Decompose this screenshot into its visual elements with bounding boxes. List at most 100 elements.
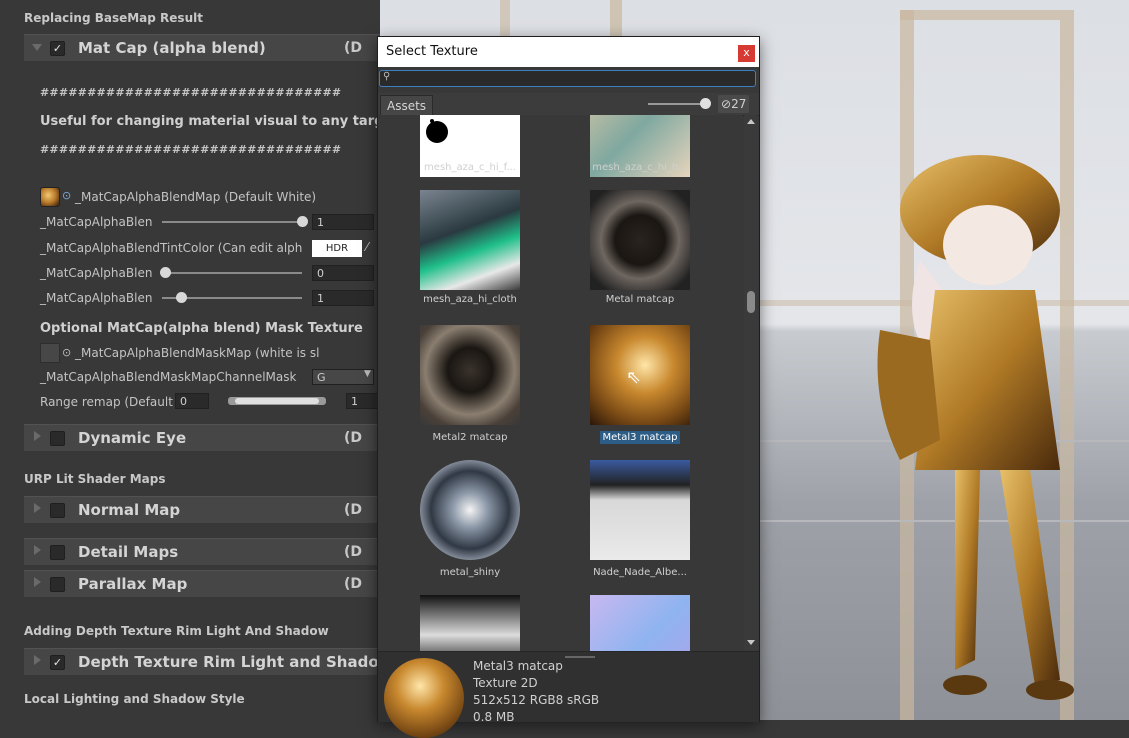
prop2-slider-track[interactable] xyxy=(162,272,302,274)
normal-map-suffix: (D xyxy=(344,502,363,518)
tab-assets[interactable]: Assets xyxy=(380,95,434,116)
detail-maps-checkbox[interactable] xyxy=(50,545,65,560)
range-remap-max-field[interactable]: 1 xyxy=(346,393,380,409)
hidden-packages-toggle[interactable]: ⊘27 xyxy=(718,95,750,113)
texture-thumbnail xyxy=(590,595,690,651)
select-texture-dialog: Select Texture x ⚲ Assets ⊘27 mesh_aza_c… xyxy=(377,36,760,738)
section-title-local: Local Lighting and Shadow Style xyxy=(24,692,245,706)
range-remap-slider-fill[interactable] xyxy=(235,398,319,404)
detail-maps-suffix: (D xyxy=(344,544,363,560)
grid-item-label: mesh_aza_c_hi_f... xyxy=(424,162,516,173)
grid-item-label: mesh_aza_hi_cloth xyxy=(423,294,517,305)
normal-map-label: Normal Map xyxy=(78,501,181,519)
grid-item-label: Nade_Nade_Albe... xyxy=(593,567,687,578)
preview-name: Metal3 matcap xyxy=(473,659,563,673)
grid-scrollbar[interactable] xyxy=(744,115,758,651)
prop1-label: _MatCapAlphaBlen xyxy=(40,215,153,229)
matcap-enable-checkbox[interactable]: ✓ xyxy=(50,41,65,56)
depth-rim-checkbox[interactable]: ✓ xyxy=(50,655,65,670)
search-input[interactable]: ⚲ xyxy=(379,70,756,87)
preview-format: 512x512 RGB8 sRGB xyxy=(473,693,600,707)
matcap-map-label: _MatCapAlphaBlendMap (Default White) xyxy=(75,190,317,204)
preview-size: 0.8 MB xyxy=(473,710,515,724)
grid-item-label: Metal matcap xyxy=(605,294,675,305)
prop1-value-field[interactable]: 1 xyxy=(312,214,374,230)
object-field-icon: ⊙ xyxy=(62,346,72,359)
detail-maps-foldout[interactable]: Detail Maps (D xyxy=(24,538,380,565)
chevron-right-icon[interactable] xyxy=(34,577,41,587)
grid-item-label: metal_shiny xyxy=(439,567,501,578)
scroll-up-icon[interactable] xyxy=(747,119,755,124)
eyedropper-icon[interactable]: ⁄ xyxy=(366,240,368,254)
prop3-slider-knob[interactable] xyxy=(176,292,187,303)
hash-separator: ################################ xyxy=(40,86,342,99)
prop2-label: _MatCapAlphaBlen xyxy=(40,266,153,280)
visible-count: 27 xyxy=(731,97,747,111)
character-model xyxy=(877,155,1074,700)
scrollbar-thumb[interactable] xyxy=(747,291,755,313)
prop3-value-field[interactable]: 1 xyxy=(312,290,374,306)
zoom-slider-knob[interactable] xyxy=(700,98,711,109)
parallax-map-label: Parallax Map xyxy=(78,575,188,593)
texture-thumbnail xyxy=(420,325,520,425)
prop2-slider-knob[interactable] xyxy=(160,267,171,278)
texture-preview-pane: Metal3 matcap Texture 2D 512x512 RGB8 sR… xyxy=(378,651,759,738)
hdr-color-swatch[interactable]: HDR xyxy=(312,240,362,257)
texture-thumbnail[interactable] xyxy=(40,187,60,207)
dynamic-eye-checkbox[interactable] xyxy=(50,431,65,446)
prop1-slider-knob[interactable] xyxy=(297,216,308,227)
texture-thumbnail xyxy=(590,460,690,560)
dynamic-eye-label: Dynamic Eye xyxy=(78,429,187,447)
parallax-map-foldout[interactable]: Parallax Map (D xyxy=(24,570,380,597)
eye-off-icon: ⊘ xyxy=(721,97,732,111)
prop3-label: _MatCapAlphaBlen xyxy=(40,291,153,305)
dialog-title: Select Texture xyxy=(386,44,478,59)
depth-rim-foldout[interactable]: ✓ Depth Texture Rim Light and Shadow xyxy=(24,648,380,675)
scene-beam xyxy=(900,10,1074,20)
prop1-slider-track[interactable] xyxy=(162,221,302,223)
range-remap-label: Range remap (Default xyxy=(40,395,173,409)
resize-grip-icon[interactable] xyxy=(565,656,595,658)
section-title-depth: Adding Depth Texture Rim Light And Shado… xyxy=(24,624,329,638)
chevron-right-icon[interactable] xyxy=(34,503,41,513)
grid-item-label: Metal2 matcap xyxy=(432,432,508,443)
detail-maps-label: Detail Maps xyxy=(78,543,179,561)
normal-map-checkbox[interactable] xyxy=(50,503,65,518)
chevron-down-icon[interactable] xyxy=(32,44,42,51)
inspector-panel: Replacing BaseMap Result ✓ Mat Cap (alph… xyxy=(0,0,380,720)
grid-item-label: Metal3 matcap xyxy=(570,431,710,444)
useful-description: Useful for changing material visual to a… xyxy=(40,114,380,129)
texture-grid: mesh_aza_c_hi_f... mesh_aza_c_hi_h... me… xyxy=(378,115,743,651)
texture-thumbnail xyxy=(420,460,520,560)
dialog-tab-bar: Assets ⊘27 xyxy=(378,93,759,116)
mouse-cursor-icon: ⇖ xyxy=(626,367,642,388)
grid-item-label: mesh_aza_c_hi_h... xyxy=(592,162,688,173)
matcap-foldout-label: Mat Cap (alpha blend) xyxy=(78,39,266,57)
prop2-value-field[interactable]: 0 xyxy=(312,265,374,281)
channel-mask-label: _MatCapAlphaBlendMaskMapChannelMask xyxy=(40,370,297,384)
parallax-map-checkbox[interactable] xyxy=(50,577,65,592)
matcap-foldout[interactable]: ✓ Mat Cap (alpha blend) (D xyxy=(24,34,380,61)
scroll-down-icon[interactable] xyxy=(747,640,755,645)
mask-texture-slot[interactable] xyxy=(40,343,60,363)
dialog-titlebar[interactable]: Select Texture x xyxy=(378,37,759,67)
object-field-icon: ⊙ xyxy=(62,189,72,202)
range-remap-min-field[interactable]: 0 xyxy=(175,393,209,409)
chevron-right-icon[interactable] xyxy=(34,655,41,665)
mask-map-label: _MatCapAlphaBlendMaskMap (white is sl xyxy=(75,346,320,360)
preview-type: Texture 2D xyxy=(473,676,538,690)
zoom-slider-track[interactable] xyxy=(648,103,708,105)
mask-section-title: Optional MatCap(alpha blend) Mask Textur… xyxy=(40,321,363,336)
preview-image xyxy=(384,658,464,738)
chevron-down-icon: ▼ xyxy=(364,369,371,379)
normal-map-foldout[interactable]: Normal Map (D xyxy=(24,496,380,523)
dynamic-eye-foldout[interactable]: Dynamic Eye (D xyxy=(24,424,380,451)
dynamic-eye-suffix: (D xyxy=(344,430,363,446)
hash-separator: ################################ xyxy=(40,143,342,156)
chevron-right-icon[interactable] xyxy=(34,431,41,441)
texture-thumbnail xyxy=(420,595,520,651)
close-button[interactable]: x xyxy=(738,45,755,62)
chevron-right-icon[interactable] xyxy=(34,545,41,555)
depth-rim-label: Depth Texture Rim Light and Shadow xyxy=(78,653,380,671)
parallax-map-suffix: (D xyxy=(344,576,363,592)
